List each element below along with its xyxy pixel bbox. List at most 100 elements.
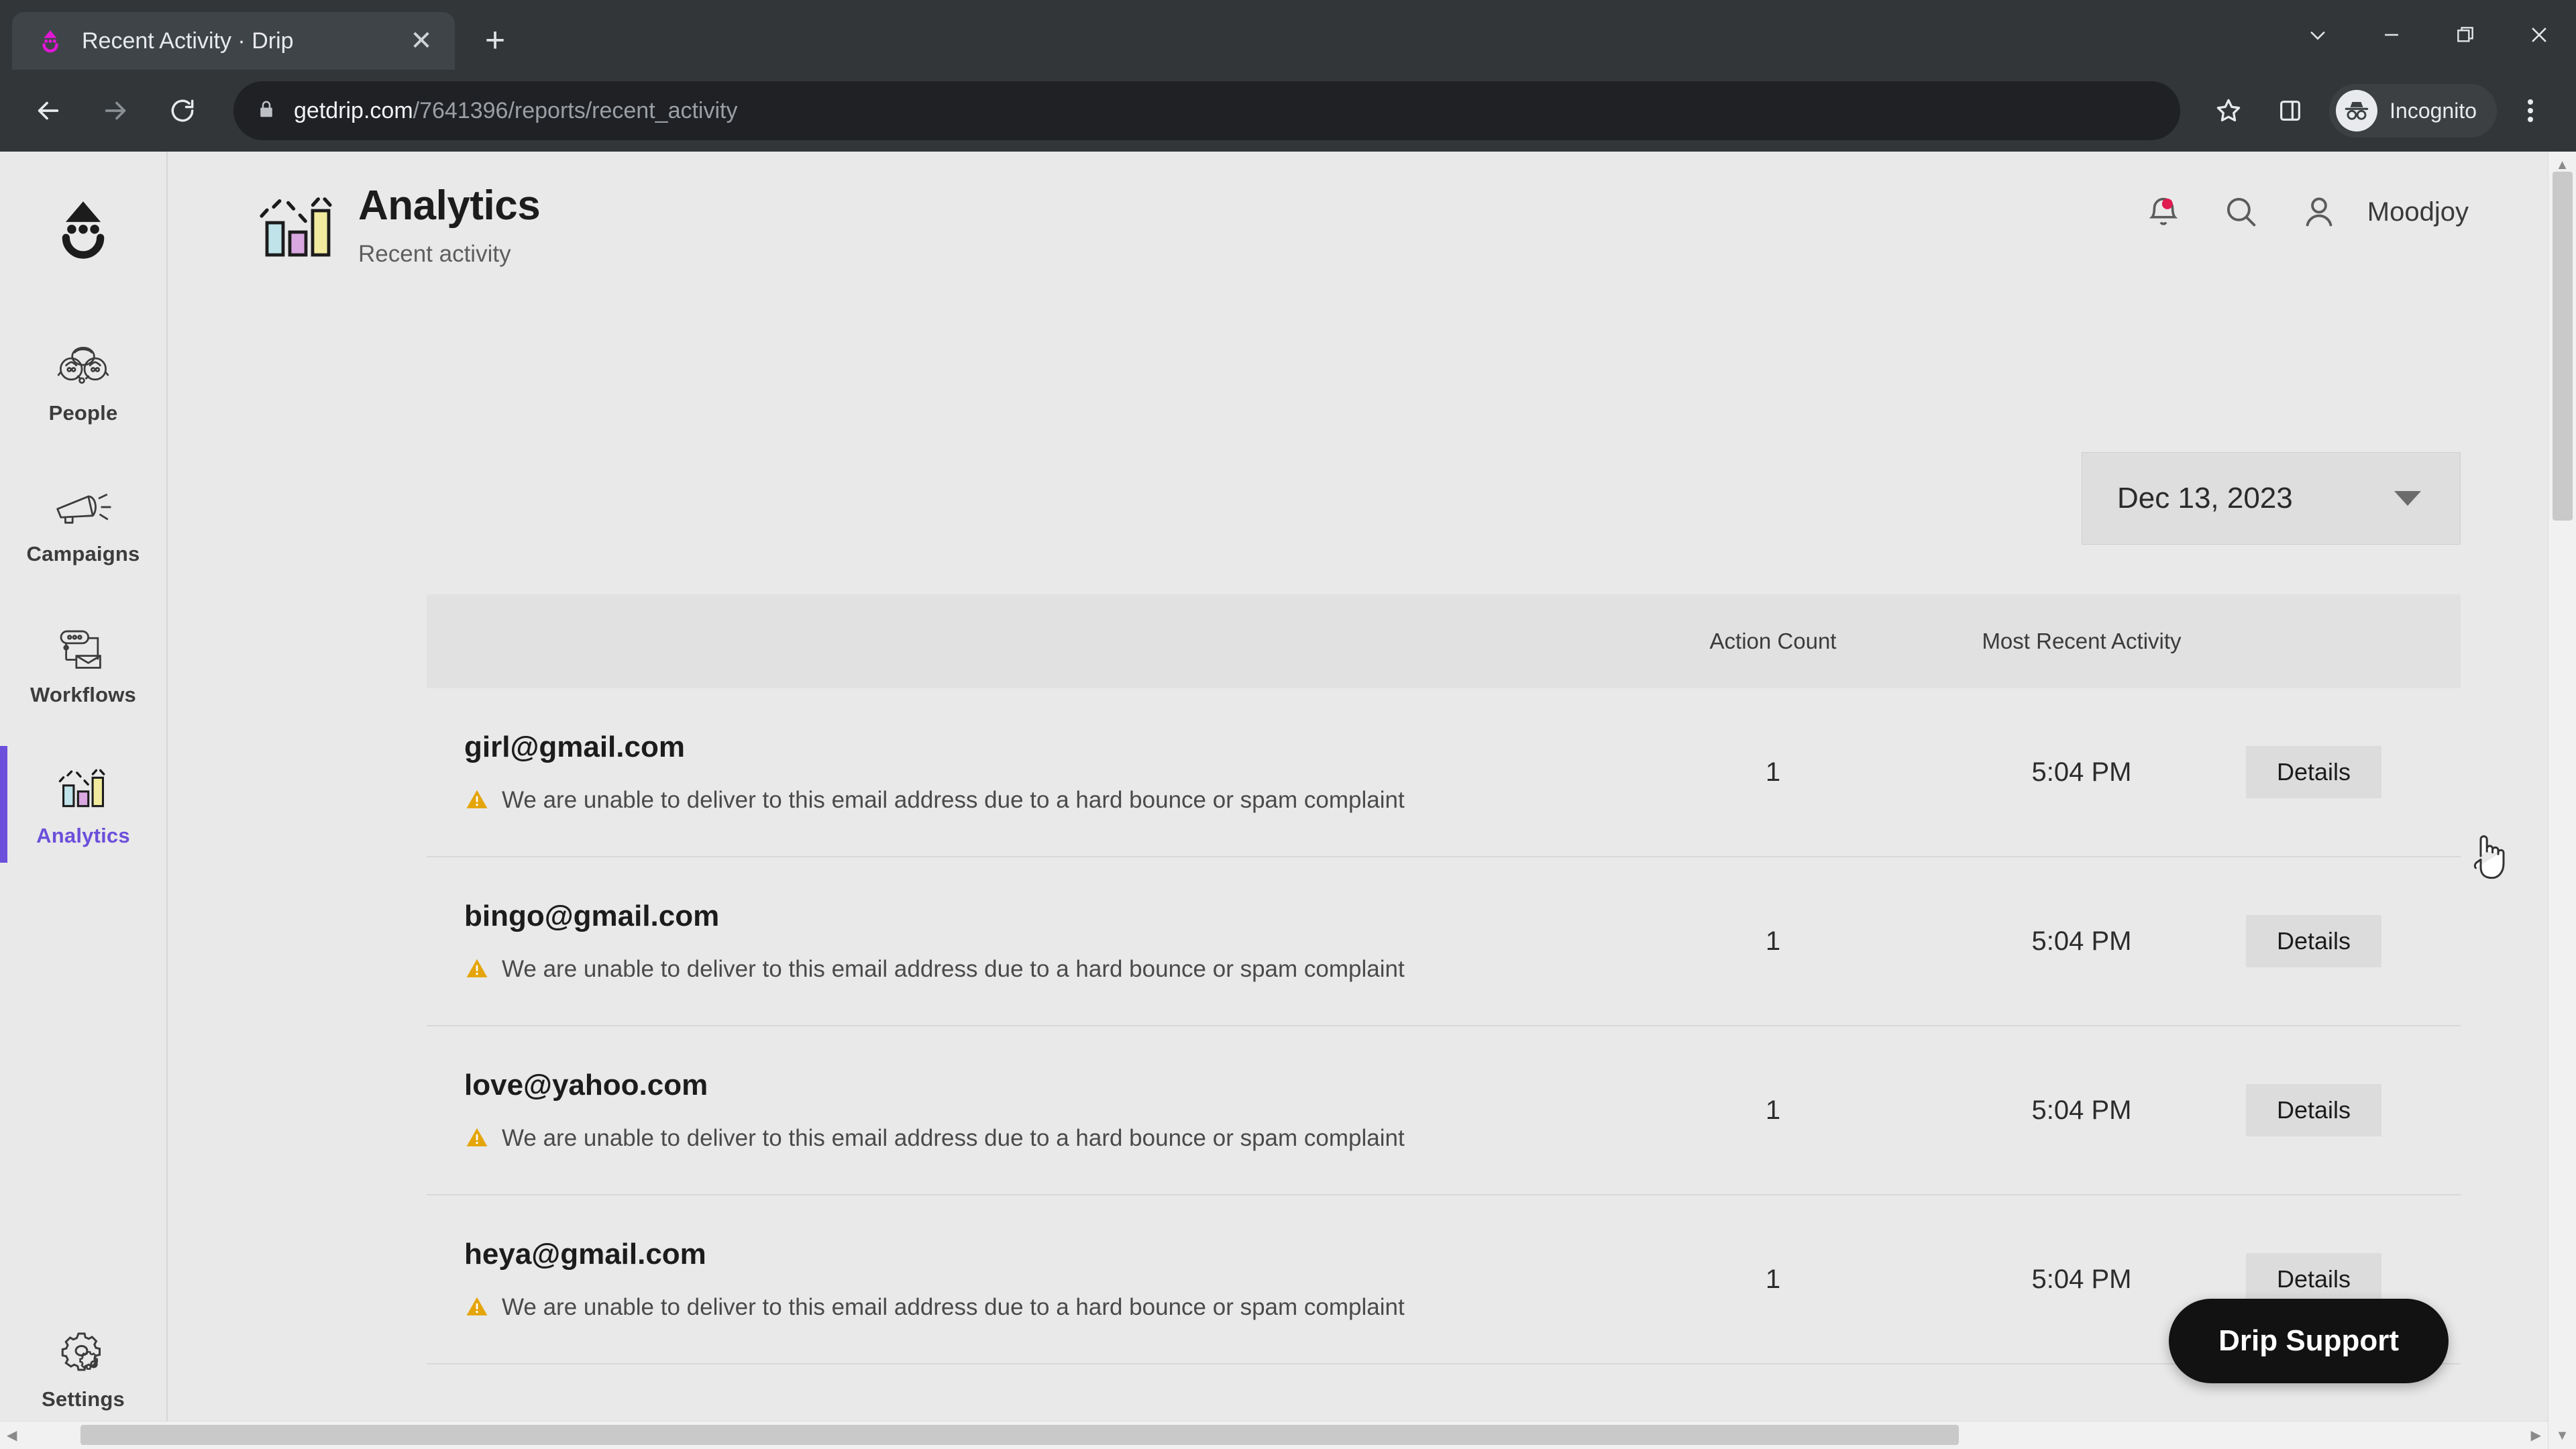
table-body: girl@gmail.com We are unable to deliver t… xyxy=(427,688,2461,1364)
sidebar-item-analytics[interactable]: Analytics xyxy=(0,746,167,863)
column-header-most-recent: Most Recent Activity xyxy=(1982,629,2182,653)
date-range-picker[interactable]: Dec 13, 2023 xyxy=(2082,452,2461,545)
warning-triangle-icon xyxy=(464,1295,490,1321)
megaphone-icon xyxy=(52,482,114,531)
warning-text: We are unable to deliver to this email a… xyxy=(502,956,1405,982)
bar-chart-icon xyxy=(56,763,111,813)
sidebar-item-label: Campaigns xyxy=(26,542,140,566)
cell-action-count: 1 xyxy=(1765,1264,1781,1294)
browser-toolbar: getdrip.com/7641396/reports/recent_activ… xyxy=(0,70,2576,152)
table-row: love@yahoo.com We are unable to deliver t… xyxy=(427,1026,2461,1195)
cell-action-count: 1 xyxy=(1765,1095,1781,1125)
kebab-menu-icon[interactable] xyxy=(2502,80,2559,142)
tab-close-icon[interactable]: ✕ xyxy=(407,28,436,54)
scroll-right-arrow-icon[interactable]: ▶ xyxy=(2531,1429,2541,1442)
star-icon[interactable] xyxy=(2200,83,2257,139)
warning-triangle-icon xyxy=(464,788,490,814)
horizontal-scrollbar[interactable]: ◀ ▶ xyxy=(0,1421,2548,1449)
details-button[interactable]: Details xyxy=(2246,1084,2382,1136)
vertical-scrollbar-thumb[interactable] xyxy=(2553,172,2573,521)
warning-text: We are unable to deliver to this email a… xyxy=(502,1294,1405,1320)
app-sidebar: People Campaigns Workflows Analytics Set… xyxy=(0,152,168,1449)
cell-most-recent-activity: 5:04 PM xyxy=(2031,757,2132,787)
url-domain: getdrip.com xyxy=(294,97,413,123)
page-viewport: People Campaigns Workflows Analytics Set… xyxy=(0,152,2576,1449)
cell-actions: Details xyxy=(2246,915,2461,967)
mouse-cursor xyxy=(2469,829,2512,889)
warning-triangle-icon xyxy=(464,957,490,983)
sidebar-item-people[interactable]: People xyxy=(0,323,167,440)
tab-strip: Recent Activity · Drip ✕ + xyxy=(0,0,2576,70)
bar-chart-icon xyxy=(255,191,349,269)
address-bar-url: getdrip.com/7641396/reports/recent_activ… xyxy=(294,98,737,124)
browser-tab[interactable]: Recent Activity · Drip ✕ xyxy=(12,12,455,70)
cell-actions: Details xyxy=(2246,1084,2461,1136)
email-address: heya@gmail.com xyxy=(464,1238,706,1271)
incognito-icon xyxy=(2336,90,2378,131)
sidebar-item-label: Settings xyxy=(42,1387,125,1411)
person-icon[interactable] xyxy=(2296,189,2342,235)
reload-button[interactable] xyxy=(152,80,213,142)
side-panel-icon[interactable] xyxy=(2262,83,2318,139)
details-button[interactable]: Details xyxy=(2246,1253,2382,1305)
header-actions: Moodjoy xyxy=(2141,189,2469,235)
cell-email: bingo@gmail.com We are unable to deliver … xyxy=(427,900,1629,983)
cell-action-count: 1 xyxy=(1765,757,1781,787)
account-username[interactable]: Moodjoy xyxy=(2367,197,2469,227)
vertical-scrollbar[interactable]: ▲ ▼ xyxy=(2548,152,2576,1449)
sidebar-item-workflows[interactable]: Workflows xyxy=(0,605,167,722)
new-tab-button[interactable]: + xyxy=(471,17,519,66)
search-icon[interactable] xyxy=(2218,189,2264,235)
sidebar-item-settings[interactable]: Settings xyxy=(0,1309,167,1426)
minimize-button[interactable] xyxy=(2355,0,2428,70)
drip-logo-icon[interactable] xyxy=(40,184,127,271)
page-title: Analytics xyxy=(358,182,541,229)
cell-actions: Details xyxy=(2246,746,2461,798)
page-title-block: Analytics Recent activity xyxy=(358,182,541,268)
sidebar-item-campaigns[interactable]: Campaigns xyxy=(0,464,167,581)
forward-button[interactable] xyxy=(85,80,146,142)
url-path: /7641396/reports/recent_activity xyxy=(413,97,738,123)
drip-support-button[interactable]: Drip Support xyxy=(2169,1299,2449,1383)
people-icon xyxy=(55,341,111,390)
profile-label: Incognito xyxy=(2390,98,2477,123)
warning-text: We are unable to deliver to this email a… xyxy=(502,1125,1405,1151)
sidebar-item-label: Workflows xyxy=(30,683,136,706)
table-row: heya@gmail.com We are unable to deliver t… xyxy=(427,1195,2461,1364)
tab-search-button[interactable] xyxy=(2281,0,2355,70)
recent-activity-table: Action Count Most Recent Activity girl@g… xyxy=(427,594,2461,1364)
scroll-up-arrow-icon[interactable]: ▲ xyxy=(2556,158,2569,172)
email-address: girl@gmail.com xyxy=(464,731,685,763)
date-picker-value: Dec 13, 2023 xyxy=(2117,482,2293,515)
delivery-warning: We are unable to deliver to this email a… xyxy=(464,787,1629,814)
address-bar[interactable]: getdrip.com/7641396/reports/recent_activ… xyxy=(233,81,2181,140)
details-button[interactable]: Details xyxy=(2246,746,2382,798)
cell-most-recent-activity: 5:04 PM xyxy=(2031,926,2132,956)
cell-action-count: 1 xyxy=(1765,926,1781,956)
delivery-warning: We are unable to deliver to this email a… xyxy=(464,1294,1629,1321)
horizontal-scrollbar-thumb[interactable] xyxy=(80,1425,1959,1445)
cell-actions: Details xyxy=(2246,1253,2461,1305)
profile-button[interactable]: Incognito xyxy=(2329,84,2497,138)
scroll-down-arrow-icon[interactable]: ▼ xyxy=(2556,1429,2569,1442)
details-button[interactable]: Details xyxy=(2246,915,2382,967)
gear-icon xyxy=(56,1327,110,1377)
restore-button[interactable] xyxy=(2428,0,2502,70)
warning-triangle-icon xyxy=(464,1126,490,1152)
bell-icon[interactable] xyxy=(2141,189,2186,235)
cell-most-recent-activity: 5:04 PM xyxy=(2031,1095,2132,1125)
drip-droplet-icon xyxy=(36,27,64,55)
table-header-row: Action Count Most Recent Activity xyxy=(427,594,2461,688)
page-subtitle: Recent activity xyxy=(358,241,511,268)
cell-email: heya@gmail.com We are unable to deliver t… xyxy=(427,1238,1629,1321)
sidebar-item-label: People xyxy=(48,401,118,425)
delivery-warning: We are unable to deliver to this email a… xyxy=(464,956,1629,983)
scroll-left-arrow-icon[interactable]: ◀ xyxy=(7,1429,17,1442)
back-button[interactable] xyxy=(17,80,79,142)
column-header-action-count: Action Count xyxy=(1709,629,1837,653)
close-window-button[interactable] xyxy=(2502,0,2576,70)
window-controls xyxy=(2281,0,2576,70)
cell-most-recent-activity: 5:04 PM xyxy=(2031,1264,2132,1294)
email-address: bingo@gmail.com xyxy=(464,900,720,932)
delivery-warning: We are unable to deliver to this email a… xyxy=(464,1125,1629,1152)
